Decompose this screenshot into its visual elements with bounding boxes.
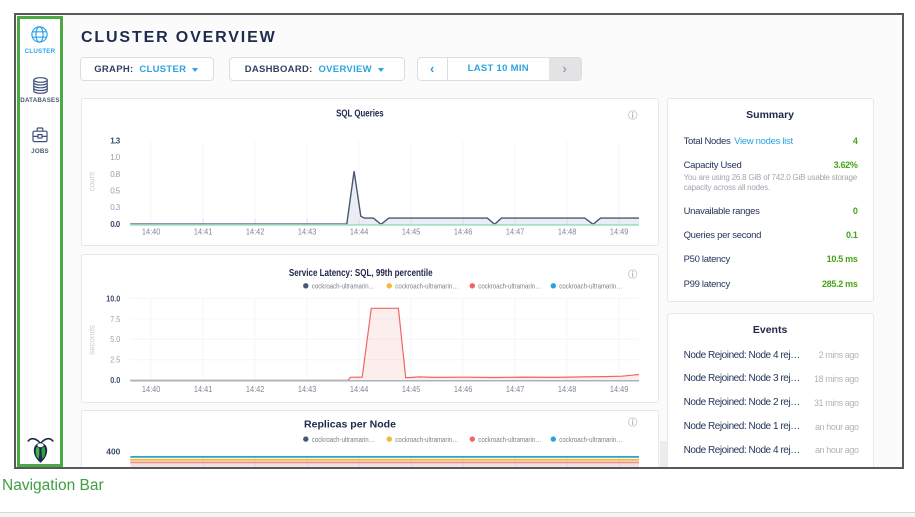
svg-text:14:44: 14:44 — [350, 385, 369, 394]
svg-text:0.8: 0.8 — [110, 170, 121, 179]
svg-text:400: 400 — [106, 448, 121, 457]
svg-text:14:49: 14:49 — [610, 385, 629, 394]
svg-text:Replicas per Node: Replicas per Node — [304, 419, 396, 430]
svg-text:14:46: 14:46 — [454, 228, 473, 237]
svg-text:14:41: 14:41 — [194, 385, 213, 394]
svg-text:14:48: 14:48 — [558, 385, 577, 394]
svg-text:14:44: 14:44 — [350, 228, 369, 237]
svg-text:14:47: 14:47 — [506, 385, 525, 394]
svg-text:cockroach-ultramarin…: cockroach-ultramarin… — [478, 282, 541, 291]
svg-text:cockroach-ultramarin…: cockroach-ultramarin… — [395, 435, 458, 444]
svg-text:cockroach-ultramarin…: cockroach-ultramarin… — [311, 282, 374, 291]
svg-text:1.0: 1.0 — [110, 153, 121, 162]
svg-text:14:41: 14:41 — [194, 228, 213, 237]
svg-text:0.3: 0.3 — [110, 203, 121, 212]
svg-text:14:42: 14:42 — [246, 228, 265, 237]
svg-text:5.0: 5.0 — [110, 335, 120, 344]
svg-text:14:45: 14:45 — [402, 228, 421, 237]
svg-text:14:45: 14:45 — [402, 385, 421, 394]
svg-text:14:42: 14:42 — [246, 385, 265, 394]
svg-text:0.5: 0.5 — [110, 187, 121, 196]
svg-text:cockroach-ultramarin…: cockroach-ultramarin… — [478, 435, 541, 444]
svg-text:14:40: 14:40 — [142, 385, 161, 394]
svg-text:cockroach-ultramarin…: cockroach-ultramarin… — [559, 282, 622, 291]
svg-text:14:47: 14:47 — [506, 228, 525, 237]
svg-text:14:43: 14:43 — [298, 228, 317, 237]
svg-text:10.0: 10.0 — [106, 294, 120, 303]
svg-text:cockroach-ultramarin…: cockroach-ultramarin… — [559, 435, 622, 444]
svg-text:1.3: 1.3 — [110, 137, 121, 146]
svg-text:14:40: 14:40 — [142, 228, 161, 237]
svg-text:seconds: seconds — [87, 325, 96, 355]
svg-text:SQL Queries: SQL Queries — [336, 109, 384, 120]
svg-text:14:43: 14:43 — [298, 385, 317, 394]
svg-text:0.0: 0.0 — [110, 220, 121, 229]
svg-text:14:46: 14:46 — [454, 385, 473, 394]
svg-text:count: count — [87, 171, 96, 191]
svg-text:cockroach-ultramarin…: cockroach-ultramarin… — [311, 435, 374, 444]
svg-text:14:48: 14:48 — [558, 228, 577, 237]
svg-text:7.5: 7.5 — [110, 315, 120, 324]
svg-text:14:49: 14:49 — [610, 228, 629, 237]
svg-text:2.5: 2.5 — [110, 356, 120, 365]
svg-text:Service Latency: SQL, 99th per: Service Latency: SQL, 99th percentile — [289, 268, 433, 279]
svg-text:0.0: 0.0 — [110, 376, 120, 385]
svg-text:cockroach-ultramarin…: cockroach-ultramarin… — [395, 282, 458, 291]
